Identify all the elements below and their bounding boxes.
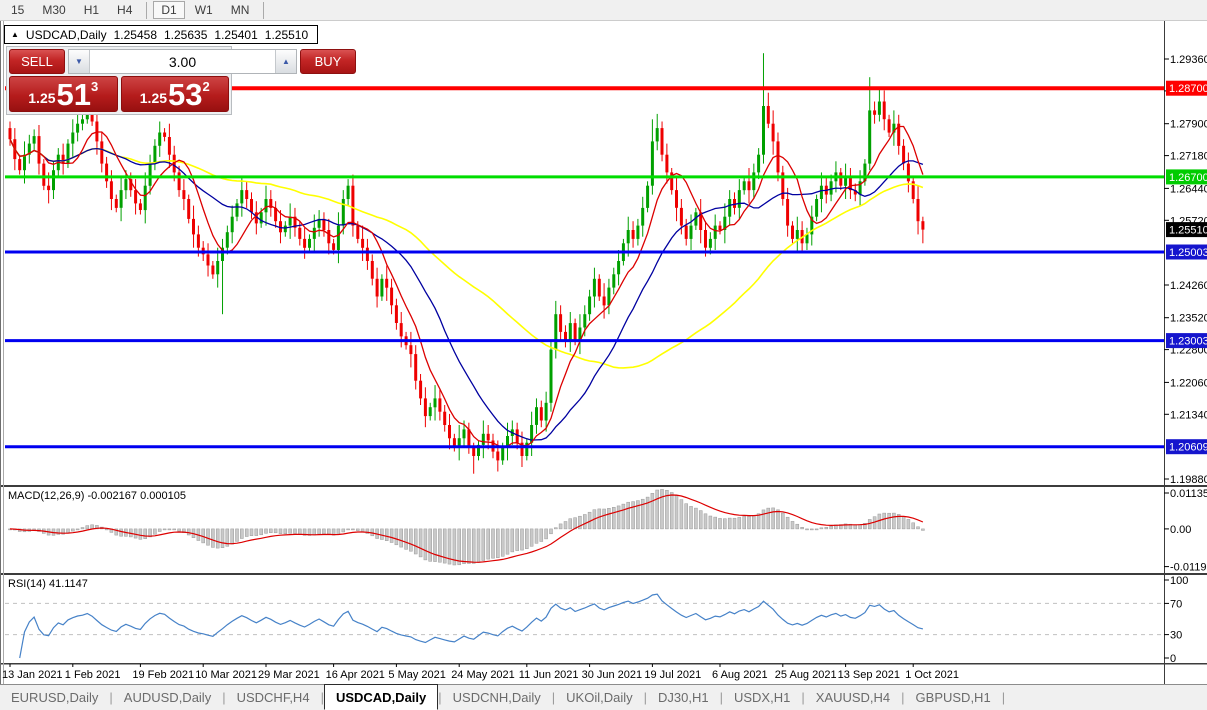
symbol-tab-dj30[interactable]: DJ30,H1 — [647, 685, 720, 710]
svg-text:10 Mar 2021: 10 Mar 2021 — [195, 669, 257, 681]
svg-text:19 Jul 2021: 19 Jul 2021 — [644, 669, 701, 681]
svg-text:1.25510: 1.25510 — [1169, 225, 1207, 237]
svg-text:1.25003: 1.25003 — [1169, 247, 1207, 259]
sell-price-display[interactable]: 1.25 51 3 — [9, 76, 118, 112]
volume-increase-button[interactable]: ▲ — [275, 50, 296, 73]
svg-text:1.20609: 1.20609 — [1169, 442, 1207, 454]
buy-button[interactable]: BUY — [300, 49, 356, 74]
svg-text:30: 30 — [1170, 630, 1182, 642]
buy-price-sup: 2 — [203, 79, 210, 94]
symbol-tab-audusd[interactable]: AUDUSD,Daily — [113, 685, 222, 710]
svg-text:-0.01190: -0.01190 — [1170, 562, 1207, 574]
svg-text:1.26440: 1.26440 — [1170, 183, 1207, 195]
svg-text:1.21340: 1.21340 — [1170, 409, 1207, 421]
svg-text:1.26700: 1.26700 — [1169, 172, 1207, 184]
symbol-tab-bar: EURUSD,Daily|AUDUSD,Daily|USDCHF,H4|USDC… — [0, 684, 1207, 710]
svg-text:24 May 2021: 24 May 2021 — [451, 669, 515, 681]
svg-text:1.28700: 1.28700 — [1169, 83, 1207, 95]
symbol-tab-xauusd[interactable]: XAUUSD,H4 — [805, 685, 901, 710]
svg-text:1.27180: 1.27180 — [1170, 151, 1207, 163]
svg-text:5 May 2021: 5 May 2021 — [388, 669, 445, 681]
svg-text:6 Aug 2021: 6 Aug 2021 — [712, 669, 768, 681]
macd-indicator-label: MACD(12,26,9) -0.002167 0.000105 — [8, 490, 186, 502]
svg-text:0: 0 — [1170, 653, 1176, 665]
tab-separator: | — [1002, 685, 1005, 710]
ohlc-open: 1.25458 — [114, 28, 157, 42]
svg-text:1.19880: 1.19880 — [1170, 474, 1207, 486]
panel-separators — [0, 21, 1207, 684]
svg-text:25 Aug 2021: 25 Aug 2021 — [775, 669, 837, 681]
buy-price-display[interactable]: 1.25 53 2 — [121, 76, 230, 112]
time-axis: 13 Jan 20211 Feb 2021 19 Feb 202110 Mar 2… — [2, 664, 959, 681]
ohlc-close: 1.25510 — [265, 28, 308, 42]
symbol-tab-usdcnh[interactable]: USDCNH,Daily — [442, 685, 552, 710]
svg-text:1 Feb 2021: 1 Feb 2021 — [65, 669, 121, 681]
chart-window-title[interactable]: ▲ USDCAD,Daily 1.25458 1.25635 1.25401 1… — [4, 25, 318, 44]
svg-text:1.23003: 1.23003 — [1169, 336, 1207, 348]
price-axis: 1.293601.286401.279001.271801.264401.257… — [1164, 54, 1207, 665]
buy-price-small: 1.25 — [140, 90, 167, 106]
volume-input[interactable] — [90, 50, 275, 73]
svg-text:1.23520: 1.23520 — [1170, 313, 1207, 325]
ohlc-high: 1.25635 — [164, 28, 207, 42]
window-collapse-icon: ▲ — [11, 31, 19, 39]
sell-button[interactable]: SELL — [9, 49, 65, 74]
chevron-down-icon: ▼ — [75, 57, 83, 66]
trading-terminal-window: 15M30H1H4D1W1MN 1.293601.286401.279001.2… — [0, 0, 1207, 710]
symbol-tab-usdcad[interactable]: USDCAD,Daily — [324, 684, 438, 710]
svg-text:1.29360: 1.29360 — [1170, 54, 1207, 66]
chart-symbol-label: USDCAD,Daily — [26, 28, 107, 42]
svg-text:1.24260: 1.24260 — [1170, 280, 1207, 292]
svg-text:16 Apr 2021: 16 Apr 2021 — [326, 669, 385, 681]
chevron-up-icon: ▲ — [282, 57, 290, 66]
symbol-tab-gbpusd[interactable]: GBPUSD,H1 — [905, 685, 1002, 710]
volume-control: ▼ ▲ — [68, 49, 297, 74]
volume-decrease-button[interactable]: ▼ — [69, 50, 90, 73]
ohlc-low: 1.25401 — [214, 28, 257, 42]
symbol-tab-ukoil[interactable]: UKOil,Daily — [555, 685, 643, 710]
moving-averages-layer — [10, 127, 923, 448]
svg-text:13 Sep 2021: 13 Sep 2021 — [838, 669, 900, 681]
sell-price-sup: 3 — [91, 79, 98, 94]
svg-text:1.22060: 1.22060 — [1170, 377, 1207, 389]
symbol-tab-usdchf[interactable]: USDCHF,H4 — [226, 685, 321, 710]
rsi-indicator-label: RSI(14) 41.1147 — [8, 578, 88, 590]
symbol-tab-usdx[interactable]: USDX,H1 — [723, 685, 801, 710]
svg-text:30 Jun 2021: 30 Jun 2021 — [582, 669, 643, 681]
svg-text:70: 70 — [1170, 598, 1182, 610]
symbol-tab-eurusd[interactable]: EURUSD,Daily — [0, 685, 109, 710]
svg-text:0.00: 0.00 — [1170, 524, 1191, 536]
sell-price-big: 51 — [57, 80, 91, 109]
svg-text:0.01135: 0.01135 — [1170, 488, 1207, 500]
svg-text:100: 100 — [1170, 575, 1188, 587]
candles-layer — [9, 53, 925, 474]
svg-text:1 Oct 2021: 1 Oct 2021 — [905, 669, 959, 681]
rsi-panel-layer — [5, 594, 1164, 658]
buy-price-big: 53 — [168, 80, 202, 109]
svg-text:13 Jan 2021: 13 Jan 2021 — [2, 669, 63, 681]
sell-price-small: 1.25 — [28, 90, 55, 106]
svg-text:11 Jun 2021: 11 Jun 2021 — [519, 669, 579, 681]
one-click-trading-panel: SELL ▼ ▲ BUY 1.25 51 3 1.25 53 2 — [6, 46, 232, 115]
svg-text:19 Feb 2021: 19 Feb 2021 — [132, 669, 194, 681]
svg-text:29 Mar 2021: 29 Mar 2021 — [258, 669, 320, 681]
svg-text:1.27900: 1.27900 — [1170, 119, 1207, 131]
